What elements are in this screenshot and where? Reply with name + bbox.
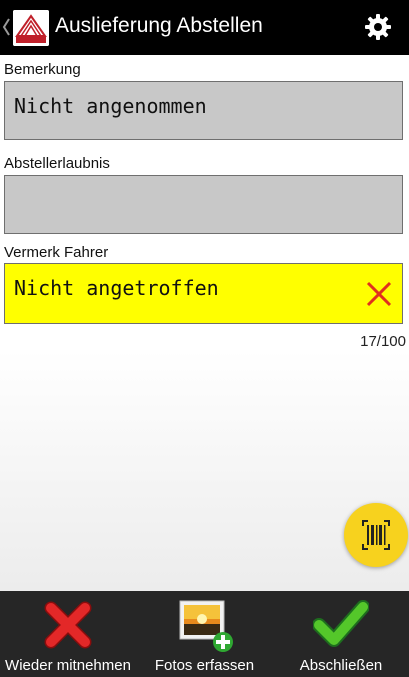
abschliessen-button[interactable]: Abschließen <box>273 591 409 677</box>
barcode-icon <box>362 520 390 550</box>
bottom-action-bar: Wieder mitnehmen Fotos erfassen Abschlie… <box>0 591 409 677</box>
close-icon[interactable] <box>366 281 392 307</box>
chevron-left-icon[interactable] <box>2 16 10 38</box>
bemerkung-field[interactable]: Nicht angenommen <box>4 81 403 140</box>
gear-icon[interactable] <box>364 13 392 41</box>
green-check-icon <box>313 600 369 647</box>
vermerk-fahrer-field[interactable]: Nicht angetroffen <box>4 263 403 324</box>
abstellerlaubnis-field[interactable] <box>4 175 403 234</box>
abstellerlaubnis-label: Abstellerlaubnis <box>4 155 110 172</box>
fotos-erfassen-button[interactable]: Fotos erfassen <box>136 591 273 677</box>
form-area: Bemerkung Nicht angenommen Abstellerlaub… <box>0 55 409 591</box>
vermerk-fahrer-value: Nicht angetroffen <box>14 276 219 300</box>
add-photo-icon <box>179 600 233 652</box>
vermerk-fahrer-label: Vermerk Fahrer <box>4 244 109 261</box>
page-title: Auslieferung Abstellen <box>55 14 263 37</box>
character-counter: 17/100 <box>360 333 406 350</box>
abschliessen-label: Abschließen <box>299 657 383 674</box>
app-bar: Auslieferung Abstellen <box>0 0 409 55</box>
fotos-erfassen-label: Fotos erfassen <box>154 657 255 674</box>
wieder-mitnehmen-label: Wieder mitnehmen <box>5 657 131 674</box>
bemerkung-value: Nicht angenommen <box>14 94 207 118</box>
bemerkung-label: Bemerkung <box>4 61 81 78</box>
app-logo[interactable] <box>13 10 49 46</box>
red-x-icon <box>44 601 92 649</box>
wieder-mitnehmen-button[interactable]: Wieder mitnehmen <box>0 591 136 677</box>
scan-barcode-button[interactable] <box>344 503 408 567</box>
